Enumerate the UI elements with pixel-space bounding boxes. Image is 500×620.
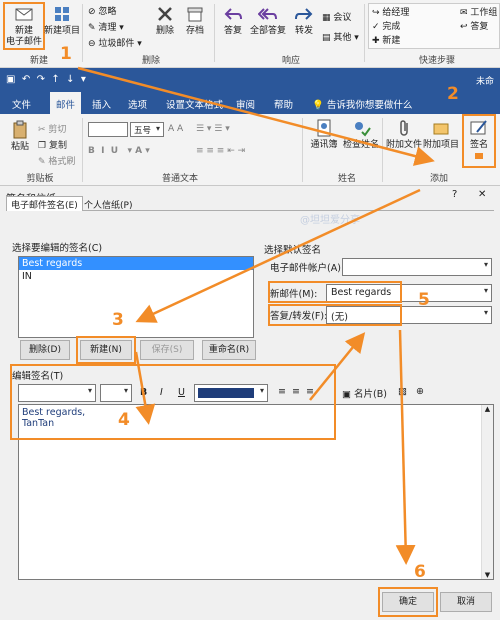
arrow-4-to-5 (309, 332, 366, 401)
arrow-3-to-4 (134, 351, 156, 425)
arrow-5-to-6 (395, 329, 416, 565)
annotation-arrows (77, 66, 435, 565)
arrow-1-to-2 (77, 66, 435, 166)
arrow-2-to-3 (135, 188, 421, 323)
